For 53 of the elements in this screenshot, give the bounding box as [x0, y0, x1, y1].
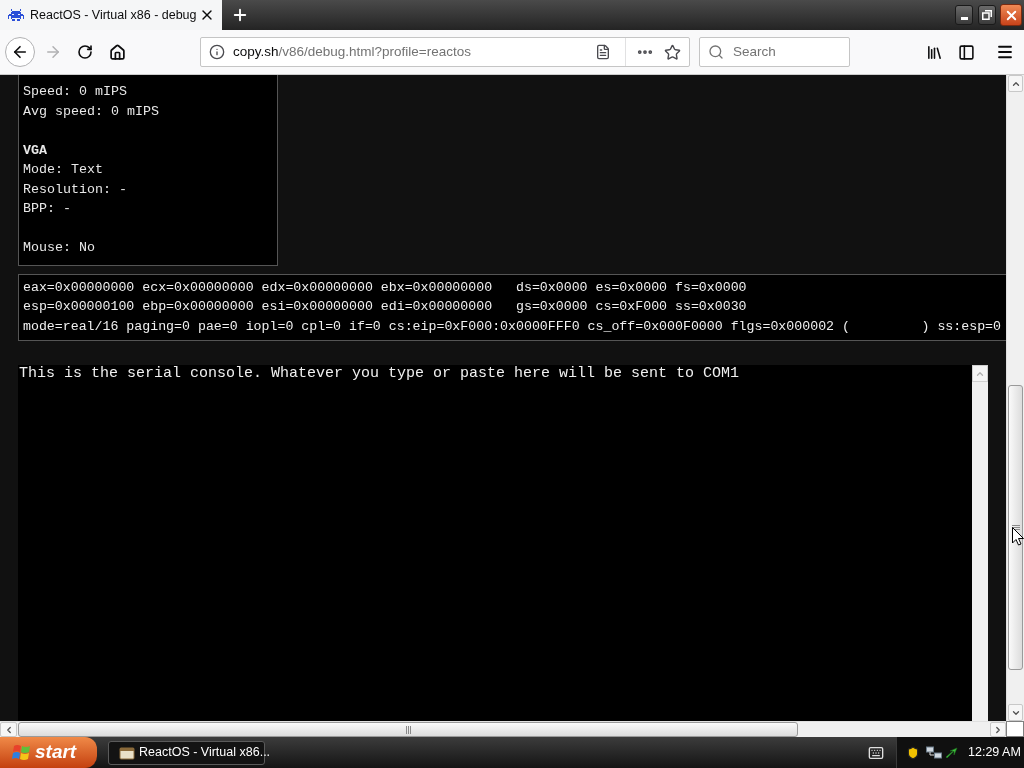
browser-tab[interactable]: ReactOS - Virtual x86 - debug [0, 0, 222, 30]
mouse-pointer-icon [1012, 527, 1024, 546]
sidebar-icon [957, 43, 975, 61]
search-field[interactable]: Search [699, 37, 850, 67]
info-icon[interactable] [209, 44, 225, 60]
clock[interactable]: 12:29 AM [968, 743, 1021, 762]
scroll-right-button[interactable] [990, 722, 1006, 737]
info-line: BPP: - [23, 200, 71, 218]
plus-icon [231, 6, 249, 24]
info-line: Avg speed: 0 mIPS [23, 102, 159, 121]
minimize-button[interactable] [955, 5, 973, 25]
star-icon[interactable] [664, 43, 681, 61]
section-heading: VGA [23, 141, 47, 160]
register-line: esp=0x00000100 ebp=0x00000000 esi=0x00000000 edi=0x00000000 gs=0x0000 cs=0xF000 ss=0x0030 [23, 298, 747, 316]
info-line: Resolution: - [23, 180, 127, 199]
grip-icon [405, 725, 411, 734]
window-icon [119, 745, 135, 760]
arrow-right-icon [44, 43, 62, 61]
info-line: Mode: Text [23, 161, 103, 179]
address-bar[interactable]: copy.sh/v86/debug.html?profile=reactos [200, 37, 690, 67]
restore-button[interactable] [978, 5, 996, 25]
document-icon[interactable] [595, 44, 611, 60]
menu-icon [996, 43, 1014, 61]
close-button[interactable] [1000, 4, 1022, 26]
home-icon [108, 43, 126, 61]
serial-console[interactable]: This is the serial console. Whatever you type or paste here will be sent to COM1 [18, 365, 988, 721]
search-icon [708, 44, 724, 60]
grip-icon [1011, 525, 1020, 530]
scroll-down-button[interactable] [1008, 704, 1023, 721]
scroll-up-button[interactable] [1008, 75, 1023, 92]
pixel-alien-icon [8, 9, 24, 21]
books-icon [925, 43, 943, 61]
register-line: mode=real/16 paging=0 pae=0 iopl=0 cpl=0 if=0 cs:eip=0xF000:0x0000FFF0 cs_off=0x000F0000 flgs=0x000002 ( ) ss:esp=0 [23, 317, 1001, 336]
network-icon [926, 745, 942, 760]
chevron-right-icon [993, 724, 1003, 735]
minimize-icon [960, 17, 968, 20]
back-button[interactable] [5, 37, 35, 67]
register-line: eax=0x00000000 ecx=0x00000000 edx=0x00000000 ebx=0x00000000 ds=0x0000 es=0x0000 fs=0x0000 [23, 278, 747, 297]
scrollbar-corner [1006, 721, 1024, 737]
flag-icon [12, 743, 32, 762]
keyboard-icon[interactable] [868, 744, 884, 761]
start-button[interactable]: start [0, 737, 97, 768]
scroll-thumb[interactable] [1008, 385, 1023, 670]
info-line: Speed: 0 mIPS [23, 83, 127, 101]
shield-icon[interactable] [906, 744, 920, 761]
arrow-icon [945, 745, 959, 760]
search-placeholder: Search [733, 42, 776, 61]
info-line: Mouse: No [23, 239, 95, 257]
url-text: copy.sh/v86/debug.html?profile=reactos [233, 42, 472, 61]
scroll-thumb[interactable] [18, 722, 798, 737]
scroll-left-button[interactable] [0, 722, 17, 737]
restore-icon [982, 10, 992, 20]
reload-icon [77, 44, 93, 60]
